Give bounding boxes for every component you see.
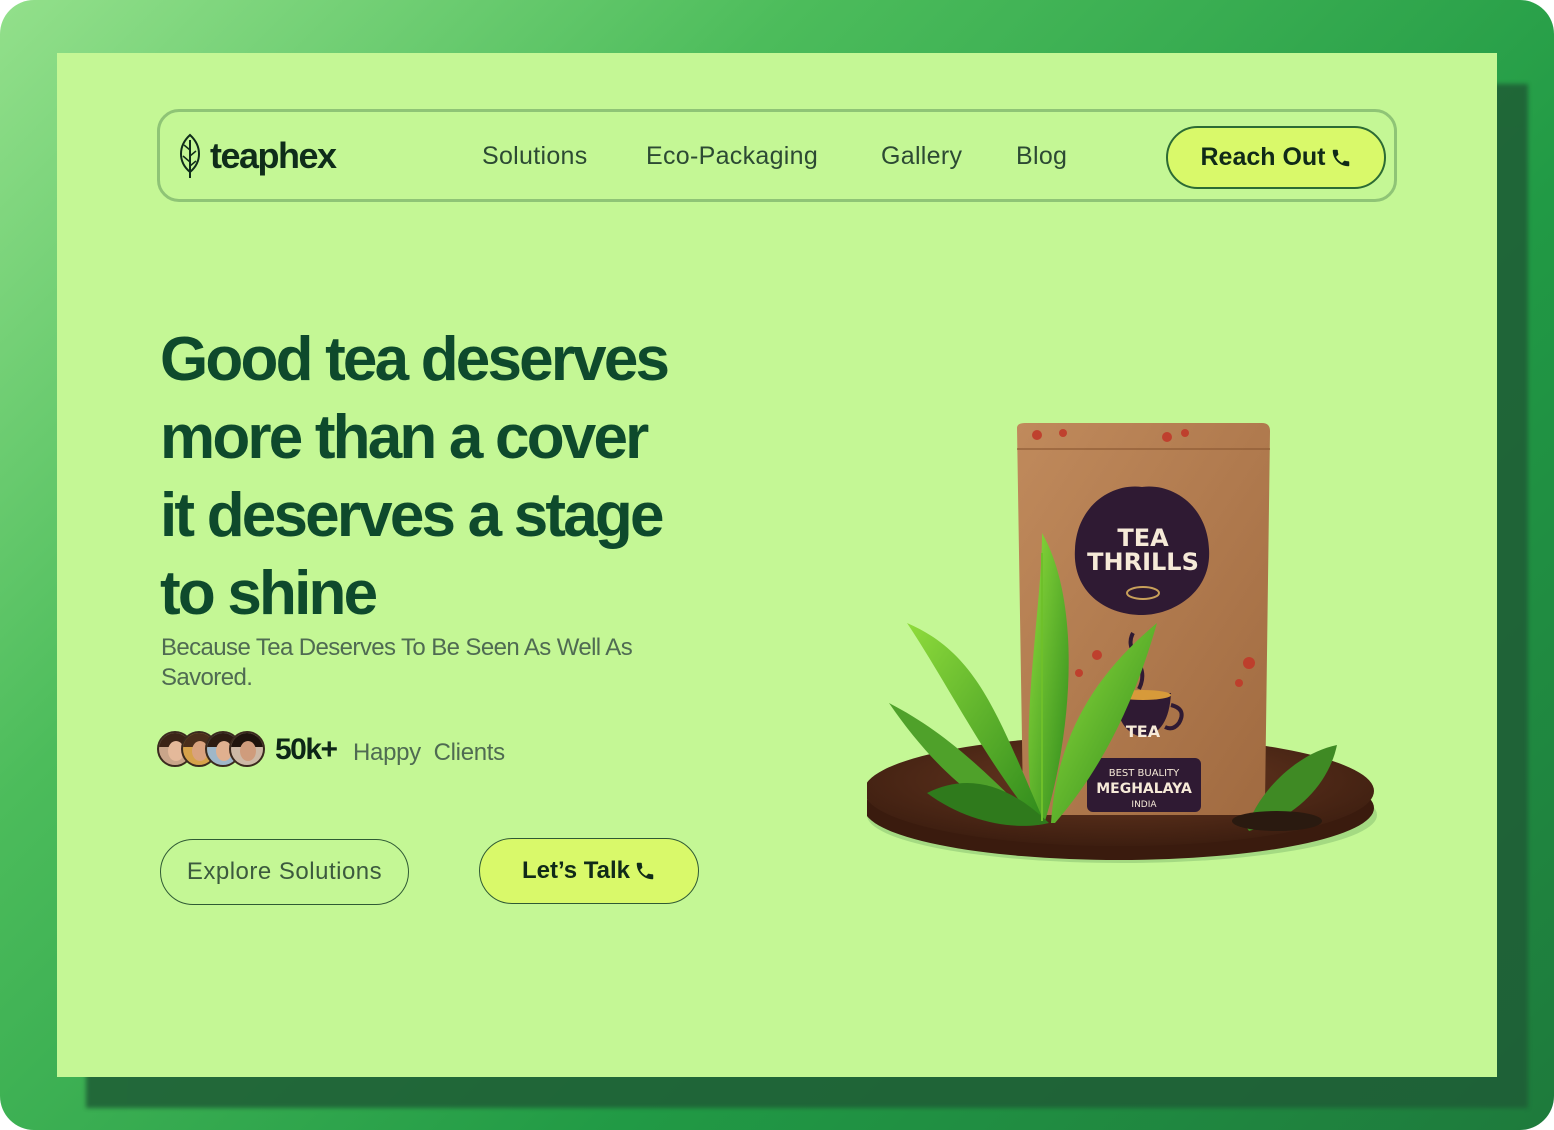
landing-page: teaphex Solutions Eco-Packaging Gallery … [57, 53, 1497, 1077]
headline-line: to shine [160, 559, 378, 628]
reach-out-label: Reach Out [1200, 143, 1326, 171]
nav-link-eco-packaging[interactable]: Eco-Packaging [646, 142, 818, 171]
phone-icon [1332, 149, 1349, 166]
lets-talk-label: Let’s Talk [521, 857, 631, 884]
reach-out-button[interactable]: Reach Out [1166, 126, 1386, 189]
avatar [229, 731, 265, 767]
nav-link-gallery[interactable]: Gallery [881, 142, 962, 171]
nav-link-blog[interactable]: Blog [1016, 142, 1067, 171]
explore-solutions-button[interactable]: Explore Solutions [160, 839, 409, 905]
clients-label: Happy Clients [353, 739, 505, 766]
clients-count: 50k+ [275, 733, 338, 766]
logo[interactable]: teaphex [176, 132, 337, 180]
navbar: teaphex Solutions Eco-Packaging Gallery … [157, 109, 1397, 202]
pouch-badge-line2: MEGHALAYA [1096, 781, 1192, 797]
leaf-icon [180, 133, 200, 178]
brand-name: teaphex [210, 135, 337, 176]
pouch-brand-line2: THRILLS [1087, 548, 1199, 576]
pouch-badge-line3: INDIA [1131, 800, 1157, 810]
tea-pouch-illustration: TEA THRILLS TEA BEST BUALITY MEGHALAYA I… [864, 423, 1377, 863]
hero-headline: Good tea deserves more than a cover it d… [160, 321, 800, 633]
client-avatars [157, 731, 267, 771]
headline-line: it deserves a stage [160, 481, 664, 550]
headline-line: Good tea deserves [160, 325, 670, 394]
pouch-cup-label: TEA [1126, 722, 1161, 741]
pouch-badge-line1: BEST BUALITY [1109, 768, 1180, 779]
explore-solutions-label: Explore Solutions [186, 858, 383, 885]
phone-icon [636, 862, 654, 880]
outer-frame: teaphex Solutions Eco-Packaging Gallery … [0, 0, 1554, 1130]
lets-talk-button[interactable]: Let’s Talk [479, 838, 699, 904]
headline-line: more than a cover [160, 403, 649, 472]
hero-subheadline: Because Tea Deserves To Be Seen As Well … [161, 634, 633, 691]
nav-link-solutions[interactable]: Solutions [482, 142, 588, 171]
product-illustration: TEA THRILLS TEA BEST BUALITY MEGHALAYA I… [864, 353, 1407, 873]
